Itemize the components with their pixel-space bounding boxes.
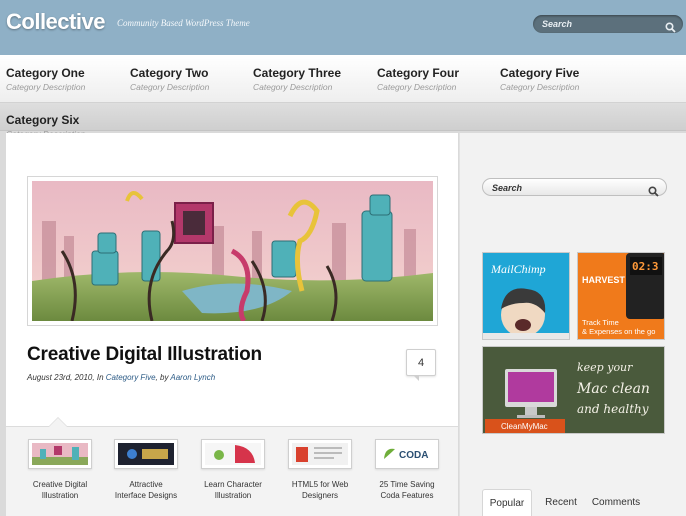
post-author-link[interactable]: Aaron Lynch xyxy=(170,373,215,382)
post-meta: August 23rd, 2010, In Category Five, by … xyxy=(27,373,216,382)
cleanmymac-ad-art: CleanMyMac keep your Mac clean and healt… xyxy=(483,347,664,433)
post-title[interactable]: Creative Digital Illustration xyxy=(27,344,262,366)
cleanmymac-badge: CleanMyMac xyxy=(501,422,548,431)
thumbnail-caption: Attractive Interface Designs xyxy=(114,480,178,500)
nav-item-title: Category Six xyxy=(6,113,80,127)
nav-item-category-two[interactable]: Category Two Category Description xyxy=(130,66,209,92)
nav-item-title: Category Three xyxy=(253,66,342,80)
header-search-input[interactable] xyxy=(542,16,662,32)
thumbnail-item[interactable]: Learn Character Illustration xyxy=(190,439,276,501)
post-category-link[interactable]: Category Five xyxy=(106,373,156,382)
thumbnail-image xyxy=(201,439,265,469)
tab-comments[interactable]: Comments xyxy=(586,489,646,516)
comment-count-badge[interactable]: 4 xyxy=(406,349,436,381)
mailchimp-label: MailChimp xyxy=(490,262,546,276)
nav-item-category-five[interactable]: Category Five Category Description xyxy=(500,66,579,92)
cleanmymac-line1: keep your xyxy=(577,361,633,374)
cleanmymac-line3: and healthy xyxy=(577,402,649,416)
nav-item-description: Category Description xyxy=(6,82,86,92)
nav-item-title: Category One xyxy=(6,66,85,80)
thumbnail-caption: Learn Character Illustration xyxy=(204,480,262,500)
thumbnail-caption: 25 Time Saving Coda Features xyxy=(379,480,435,500)
harvest-line2: & Expenses on the go xyxy=(582,327,655,336)
nav-item-description: Category Description xyxy=(377,82,457,92)
sidebar-search xyxy=(482,178,667,197)
nav-item-description: Category Description xyxy=(130,82,210,92)
thumbnail-item[interactable]: Creative Digital Illustration xyxy=(17,439,103,501)
tab-recent[interactable]: Recent xyxy=(538,489,584,516)
site-tagline: Community Based WordPress Theme xyxy=(117,18,250,28)
coda-logo-text: CODA xyxy=(399,450,428,461)
thumbnail-image xyxy=(114,439,178,469)
thumbnail-item[interactable]: HTML5 for Web Designers xyxy=(277,439,363,501)
nav-item-title: Category Five xyxy=(500,66,580,80)
harvest-clock: 02:3 xyxy=(632,260,659,273)
nav-item-category-three[interactable]: Category Three Category Description xyxy=(253,66,341,92)
nav-item-title: Category Two xyxy=(130,66,209,80)
featured-illustration xyxy=(32,181,433,321)
thumbnail-caption: HTML5 for Web Designers xyxy=(291,480,349,500)
active-pointer-icon xyxy=(48,417,68,427)
nav-item-title: Category Four xyxy=(377,66,460,80)
thumbnail-caption: Creative Digital Illustration xyxy=(32,480,88,500)
post-by-label: by xyxy=(160,373,169,382)
category-nav: Category One Category Description Catego… xyxy=(0,55,686,103)
main-content: Creative Digital Illustration August 23r… xyxy=(6,133,458,516)
category-nav-row-two: Category Six Category Description xyxy=(0,103,686,139)
thumbnail-item[interactable]: Attractive Interface Designs xyxy=(103,439,189,501)
nav-item-category-one[interactable]: Category One Category Description xyxy=(6,66,85,92)
thumbnail-image xyxy=(288,439,352,469)
harvest-line1: Track Time xyxy=(582,318,619,327)
header-search xyxy=(533,15,683,33)
thumbnail-item[interactable]: CODA 25 Time Saving Coda Features xyxy=(364,439,450,501)
ad-mailchimp[interactable]: MailChimp xyxy=(482,252,570,340)
mailchimp-ad-art: MailChimp xyxy=(483,262,569,339)
featured-image-frame[interactable] xyxy=(27,176,438,326)
site-logo[interactable]: Collective xyxy=(6,9,105,35)
nav-item-description: Category Description xyxy=(253,82,333,92)
sidebar-search-input[interactable] xyxy=(492,180,642,195)
post-date: August 23rd, 2010 xyxy=(27,373,93,382)
search-icon[interactable] xyxy=(648,182,659,201)
search-icon[interactable] xyxy=(665,18,676,37)
ad-harvest[interactable]: 02:3 HARVEST Track Time & Expenses on th… xyxy=(577,252,665,340)
harvest-brand: HARVEST xyxy=(582,275,625,285)
page: Collective Community Based WordPress The… xyxy=(0,0,686,516)
site-header: Collective Community Based WordPress The… xyxy=(0,0,686,55)
thumbnail-image: CODA xyxy=(375,439,439,469)
featured-thumbnails: Creative Digital Illustration Attractive I… xyxy=(6,417,458,516)
sidebar: MailChimp 02:3 HARVEST Track Time & Expe… xyxy=(459,133,686,516)
harvest-ad-art: 02:3 HARVEST Track Time & Expenses on th… xyxy=(582,253,664,336)
thumbnail-image xyxy=(28,439,92,469)
nav-item-category-four[interactable]: Category Four Category Description xyxy=(377,66,459,92)
nav-item-description: Category Description xyxy=(500,82,580,92)
cleanmymac-line2: Mac clean xyxy=(576,381,650,397)
tab-popular[interactable]: Popular xyxy=(482,489,532,516)
ad-cleanmymac[interactable]: CleanMyMac keep your Mac clean and healt… xyxy=(482,346,665,434)
post-in-label: In xyxy=(96,373,104,382)
